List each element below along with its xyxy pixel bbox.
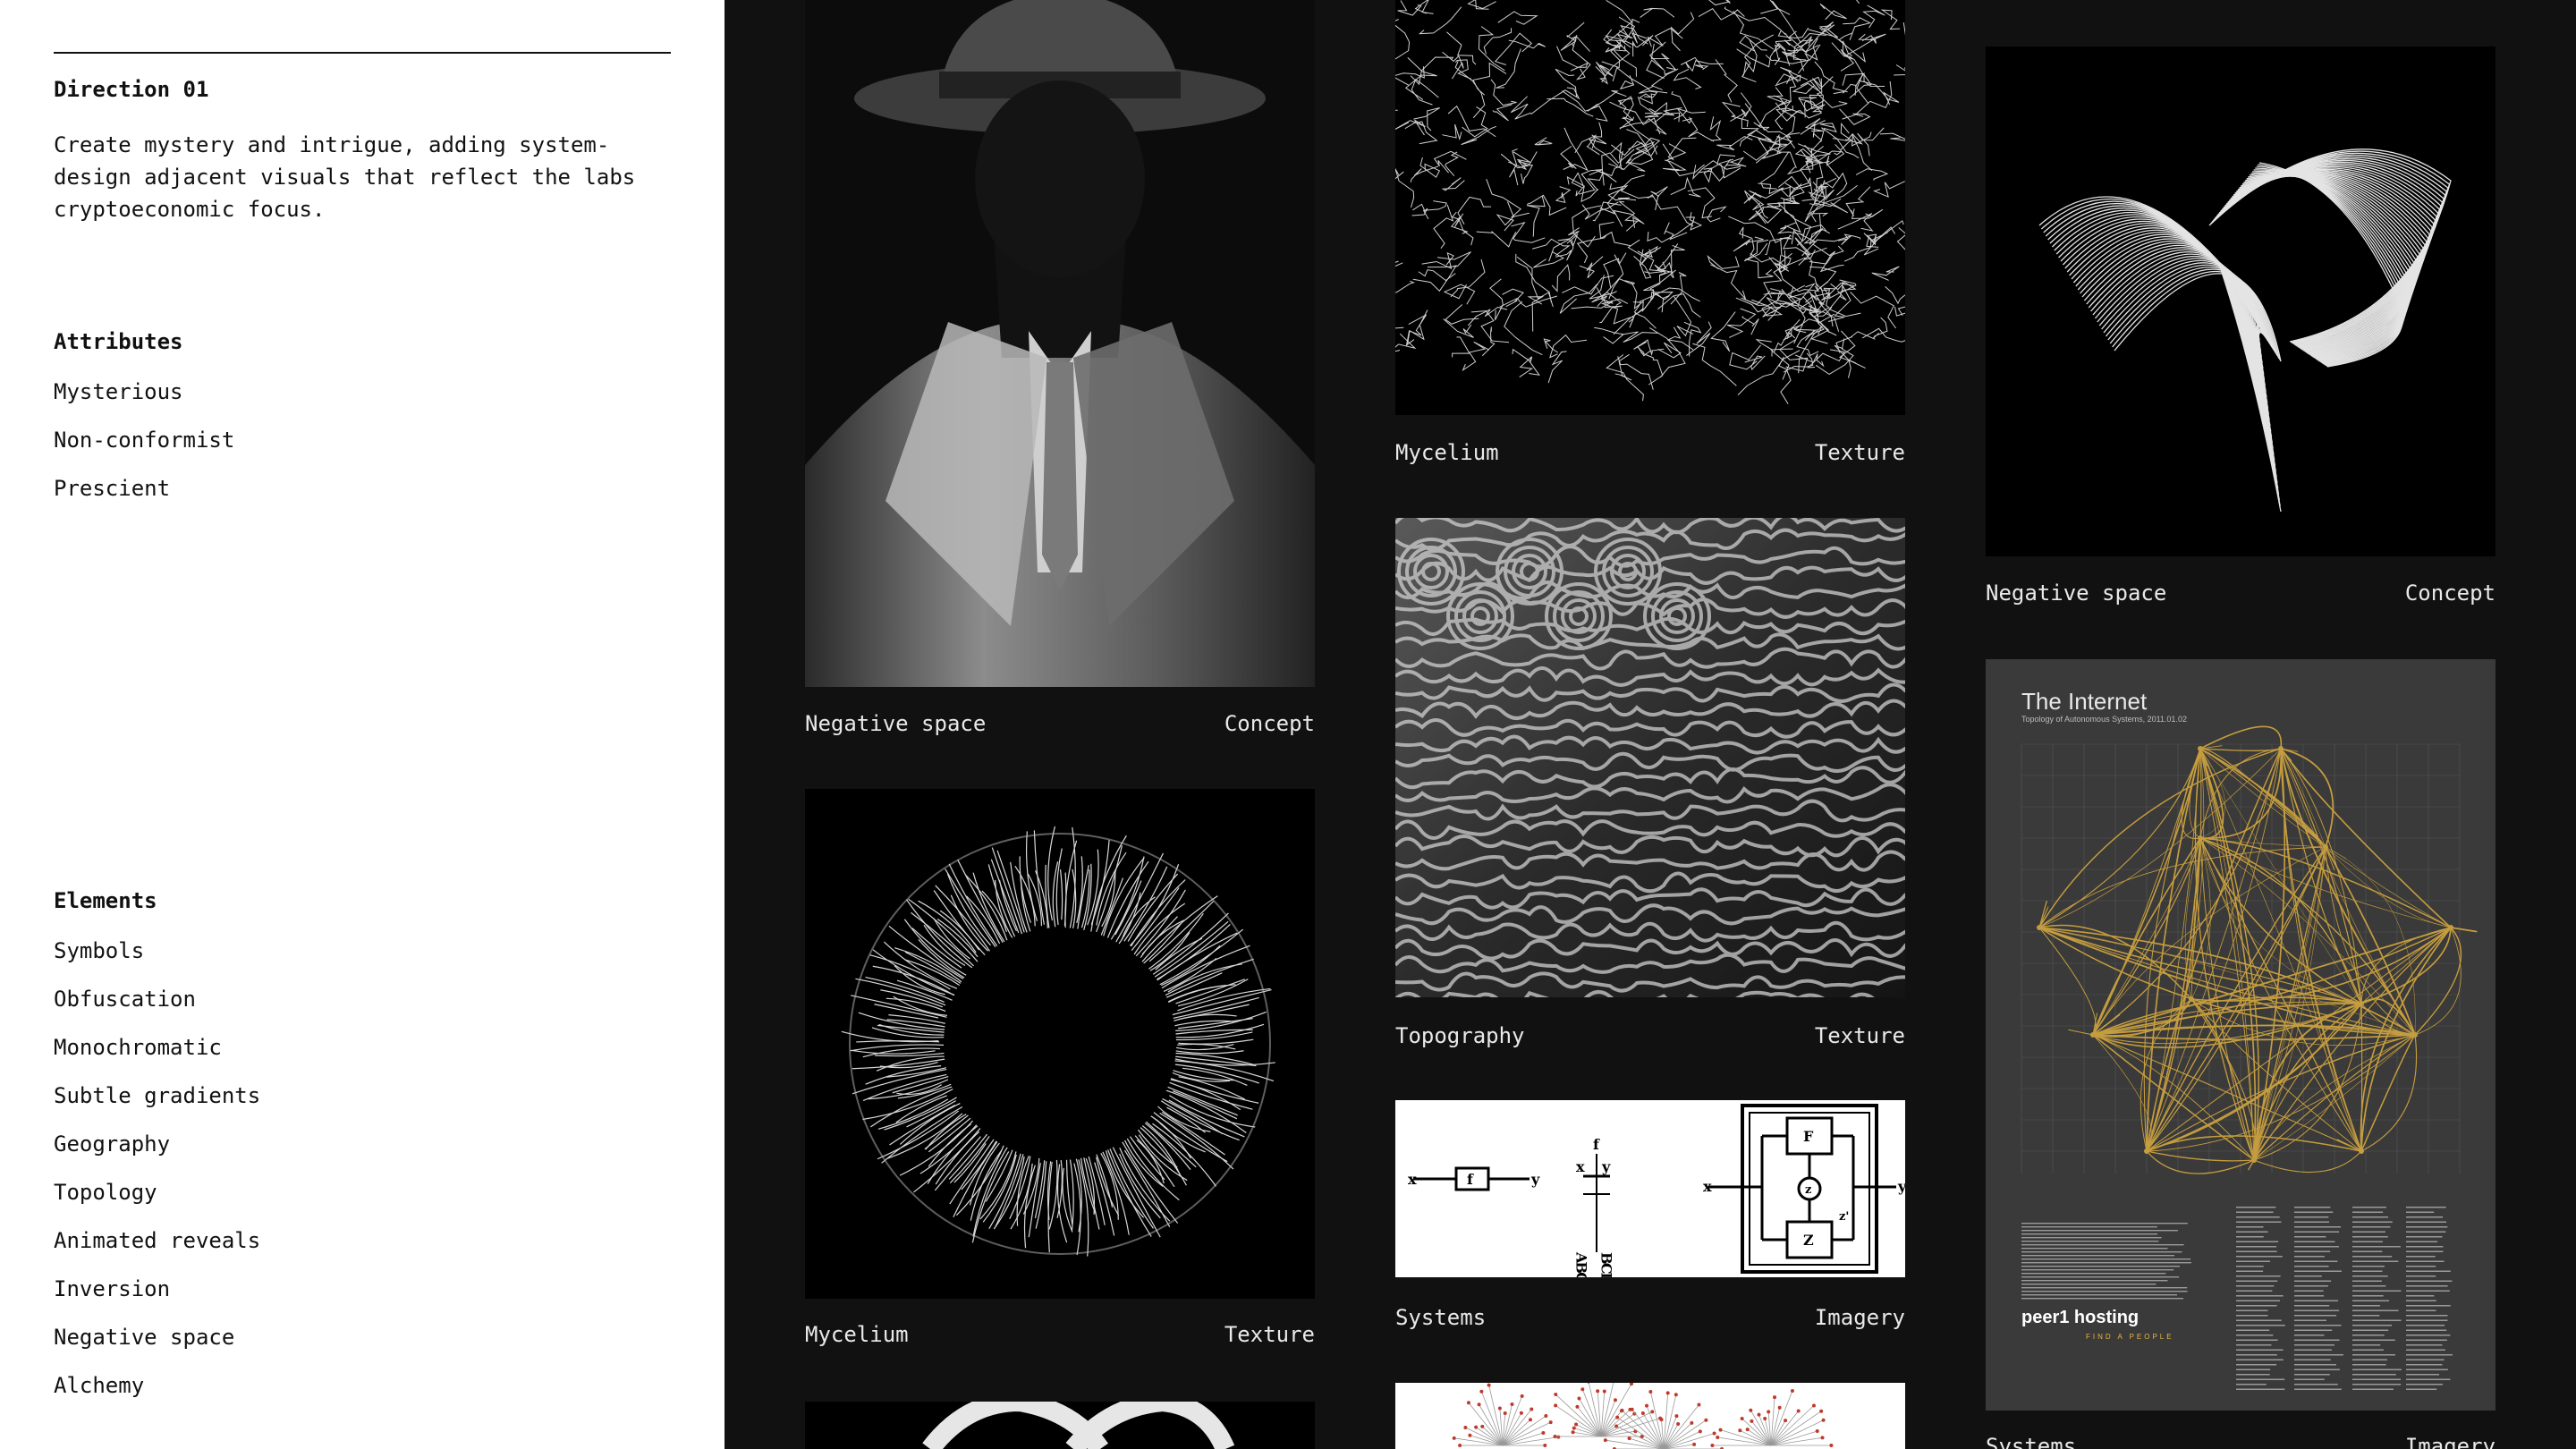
card-label: Negative space <box>805 711 987 736</box>
internet-map-poster[interactable]: The Internet Topology of Autonomous Syst… <box>1986 659 2496 1411</box>
attribute-item: Non-conformist <box>54 428 235 453</box>
card-label: Topography <box>1395 1023 1525 1048</box>
gallery-card[interactable]: Negative space Concept <box>1986 47 2496 619</box>
systems-diagram-image[interactable]: f x y x y f ABCD BCDA F z Z x y z' <box>1395 1100 1905 1277</box>
element-item: Geography <box>54 1131 171 1157</box>
card-category: Texture <box>1814 1023 1905 1048</box>
card-category: Concept <box>1224 711 1315 736</box>
card-label: Systems <box>1986 1434 2077 1449</box>
diagram-text: x <box>1703 1178 1712 1195</box>
card-caption: Topography Texture <box>1395 1023 1905 1048</box>
element-item: Animated reveals <box>54 1228 261 1253</box>
radial-mycelium-image[interactable] <box>805 789 1315 1299</box>
diagram-text: y <box>1897 1178 1905 1195</box>
contour-shape-image[interactable] <box>1986 47 2496 556</box>
element-item: Topology <box>54 1180 157 1205</box>
attribute-item: Prescient <box>54 476 171 501</box>
card-caption: Negative space Concept <box>1986 580 2496 606</box>
diagram-text: BCDA <box>1598 1252 1615 1277</box>
card-category: Concept <box>2404 580 2496 606</box>
card-caption: Mycelium Texture <box>805 1322 1315 1347</box>
gallery-card[interactable]: Negative space Concept <box>805 0 1315 742</box>
card-caption: Systems Imagery <box>1395 1305 1905 1330</box>
element-item: Alchemy <box>54 1373 145 1398</box>
card-caption: Negative space Concept <box>805 711 1315 736</box>
card-category: Imagery <box>1814 1305 1905 1330</box>
diagram-text: x <box>1408 1171 1417 1188</box>
poster-subtitle: Topology of Autonomous Systems, 2011.01.… <box>2021 715 2187 724</box>
element-item: Negative space <box>54 1325 235 1350</box>
gallery-card[interactable]: Mycelium Texture <box>805 789 1315 1357</box>
mycelium-network-image[interactable] <box>1395 0 1905 415</box>
diagram-text: y <box>1530 1171 1540 1188</box>
poster-brand: peer1 hosting <box>2021 1308 2139 1327</box>
gallery-card[interactable] <box>805 1402 1315 1449</box>
diagram-text: y <box>1601 1158 1611 1175</box>
tree-graph-image[interactable] <box>1395 1383 1905 1449</box>
gallery-card[interactable]: f x y x y f ABCD BCDA F z Z x y z' Syste… <box>1395 1100 1905 1342</box>
attribute-item: Mysterious <box>54 379 183 404</box>
gallery-card[interactable]: Topography Texture <box>1395 518 1905 1055</box>
element-item: Subtle gradients <box>54 1083 261 1108</box>
diagram-text: ABCD <box>1573 1251 1590 1277</box>
elements-list: Symbols Obfuscation Monochromatic Subtle… <box>54 927 260 1410</box>
element-item: Inversion <box>54 1276 171 1301</box>
sidebar: Direction 01 Create mystery and intrigue… <box>0 0 724 1449</box>
diagram-text: x <box>1576 1158 1585 1175</box>
poster-title: The Internet <box>2021 688 2148 715</box>
card-category: Imagery <box>2404 1434 2496 1449</box>
card-caption: Systems Imagery <box>1986 1434 2496 1449</box>
card-label: Mycelium <box>1395 440 1499 465</box>
card-label: Negative space <box>1986 580 2167 606</box>
diagram-text: z' <box>1839 1210 1849 1224</box>
direction-description: Create mystery and intrigue, adding syst… <box>54 132 636 222</box>
image-gallery: Negative space Concept Mycelium Texture <box>724 0 2576 1449</box>
top-divider <box>54 52 671 54</box>
diagram-text: F <box>1803 1128 1814 1145</box>
card-category: Texture <box>1224 1322 1315 1347</box>
element-item: Monochromatic <box>54 1035 222 1060</box>
gallery-card[interactable]: Mycelium Texture <box>1395 0 1905 474</box>
attributes-list: Mysterious Non-conformist Prescient <box>54 368 234 513</box>
gallery-card[interactable]: The Internet Topology of Autonomous Syst… <box>1986 659 2496 1449</box>
elements-heading: Elements <box>54 888 157 913</box>
element-item: Symbols <box>54 938 145 963</box>
man-in-hat-image[interactable] <box>805 0 1315 687</box>
diagram-text: z <box>1805 1183 1811 1197</box>
element-item: Obfuscation <box>54 987 196 1012</box>
card-label: Mycelium <box>805 1322 909 1347</box>
topography-relief-image[interactable] <box>1395 518 1905 997</box>
white-knot-image[interactable] <box>805 1402 1315 1449</box>
direction-title: Direction 01 <box>54 77 209 102</box>
attributes-heading: Attributes <box>54 329 183 354</box>
gallery-card[interactable] <box>1395 1383 1905 1449</box>
poster-brand-tag: FIND A PEOPLE <box>2086 1333 2174 1341</box>
card-label: Systems <box>1395 1305 1487 1330</box>
diagram-text: f <box>1593 1136 1600 1153</box>
diagram-text: Z <box>1803 1232 1814 1249</box>
diagram-text: f <box>1467 1171 1474 1188</box>
card-caption: Mycelium Texture <box>1395 440 1905 465</box>
card-category: Texture <box>1814 440 1905 465</box>
